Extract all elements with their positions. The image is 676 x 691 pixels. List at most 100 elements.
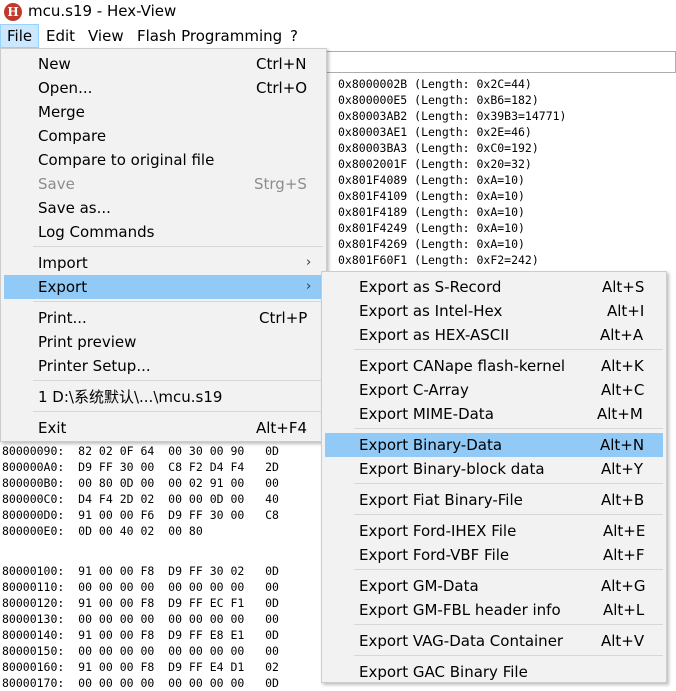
menu-item-label: Save <box>38 175 75 193</box>
hex-row: 800000A0: D9 FF 30 00 C8 F2 D4 F4 2D <box>2 460 279 474</box>
range-row[interactable]: 0x801F4189 (Length: 0xA=10) <box>338 204 566 220</box>
menu-item-label: Merge <box>38 103 85 121</box>
window-title: mcu.s19 - Hex-View <box>28 2 177 20</box>
menu-separator <box>354 655 663 656</box>
range-row[interactable]: 0x801F60F1 (Length: 0xF2=242) <box>338 252 566 268</box>
menu-item-export-c-array[interactable]: Export C-Array Alt+C <box>325 378 663 402</box>
menu-item-recent-file[interactable]: 1 D:\系统默认\...\mcu.s19 <box>4 385 323 409</box>
menu-item-open[interactable]: Open... Ctrl+O <box>4 76 323 100</box>
menu-item-export-canape[interactable]: Export CANape flash-kernel Alt+K <box>325 354 663 378</box>
menu-item-export-vag[interactable]: Export VAG-Data Container Alt+V <box>325 629 663 653</box>
range-row[interactable]: 0x801F4109 (Length: 0xA=10) <box>338 188 566 204</box>
menu-item-export-binary-block[interactable]: Export Binary-block data Alt+Y <box>325 457 663 481</box>
menu-item-merge[interactable]: Merge <box>4 100 323 124</box>
range-row[interactable]: 0x801F4089 (Length: 0xA=10) <box>338 172 566 188</box>
menu-item-label: Compare to original file <box>38 151 215 169</box>
range-row[interactable]: 0x800000E5 (Length: 0xB6=182) <box>338 92 566 108</box>
range-row[interactable]: 0x80003BA3 (Length: 0xC0=192) <box>338 140 566 156</box>
menu-item-print-preview[interactable]: Print preview <box>4 330 323 354</box>
menu-separator <box>354 624 663 625</box>
hex-row: 80000100: 91 00 00 F8 D9 FF 30 02 0D <box>2 564 279 578</box>
menu-item-shortcut: Alt+L <box>603 601 645 619</box>
range-row[interactable]: 0x8000002B (Length: 0x2C=44) <box>338 76 566 92</box>
file-menu: New Ctrl+N Open... Ctrl+O Merge Compare … <box>0 48 327 442</box>
menu-item-label: Export C-Array <box>359 381 469 399</box>
menu-item-exit[interactable]: Exit Alt+F4 <box>4 416 323 440</box>
menu-separator <box>33 246 323 247</box>
menu-item-export-hex-ascii[interactable]: Export as HEX-ASCII Alt+A <box>325 323 663 347</box>
menu-item-shortcut: Alt+E <box>603 522 646 540</box>
menu-item-label: Export Ford-VBF File <box>359 546 510 564</box>
menu-item-export-ford-vbf[interactable]: Export Ford-VBF File Alt+F <box>325 543 663 567</box>
menu-bar: File Edit View Flash Programming ? <box>0 24 676 48</box>
menu-item-label: Export Binary-Data <box>359 436 503 454</box>
menu-item-shortcut: Alt+K <box>601 357 644 375</box>
menu-file[interactable]: File <box>0 24 40 48</box>
menu-item-printer-setup[interactable]: Printer Setup... <box>4 354 323 378</box>
menu-separator <box>354 569 663 570</box>
menu-item-label: Export Binary-block data <box>359 460 545 478</box>
menu-item-export-gm-fbl[interactable]: Export GM-FBL header info Alt+L <box>325 598 663 622</box>
hex-row: 80000140: 91 00 00 F8 D9 FF E8 E1 0D <box>2 628 279 642</box>
menu-item-shortcut: Alt+F <box>603 546 645 564</box>
menu-item-label: Export GAC Binary File <box>359 663 528 681</box>
menu-separator <box>33 301 323 302</box>
menu-item-label: Log Commands <box>38 223 155 241</box>
menu-help[interactable]: ? <box>284 24 304 48</box>
menu-item-export-intel-hex[interactable]: Export as Intel-Hex Alt+I <box>325 299 663 323</box>
menu-item-log-commands[interactable]: Log Commands <box>4 220 323 244</box>
menu-item-compare[interactable]: Compare <box>4 124 323 148</box>
menu-item-shortcut: Alt+A <box>600 326 644 344</box>
hex-row: 80000090: 82 02 0F 64 00 30 00 90 0D <box>2 444 279 458</box>
menu-separator <box>33 380 323 381</box>
menu-item-export-mime[interactable]: Export MIME-Data Alt+M <box>325 402 663 426</box>
range-list: 0x8000002B (Length: 0x2C=44) 0x800000E5 … <box>338 76 566 268</box>
menu-view[interactable]: View <box>82 24 130 48</box>
range-row[interactable]: 0x80003AE1 (Length: 0x2E=46) <box>338 124 566 140</box>
menu-item-export-ford-ihex[interactable]: Export Ford-IHEX File Alt+E <box>325 519 663 543</box>
range-row[interactable]: 0x801F4269 (Length: 0xA=10) <box>338 236 566 252</box>
hex-row: 80000150: 00 00 00 00 00 00 00 00 00 <box>2 644 279 658</box>
menu-item-label: Open... <box>38 79 93 97</box>
menu-item-label: Export MIME-Data <box>359 405 494 423</box>
menu-edit[interactable]: Edit <box>40 24 81 48</box>
menu-item-label: Compare <box>38 127 107 145</box>
range-row[interactable]: 0x801F4249 (Length: 0xA=10) <box>338 220 566 236</box>
menu-item-shortcut: Alt+C <box>601 381 645 399</box>
menu-item-shortcut: Alt+S <box>602 278 645 296</box>
menu-item-save: Save Strg+S <box>4 172 323 196</box>
menu-item-label: Export <box>38 278 88 296</box>
menu-item-print[interactable]: Print... Ctrl+P <box>4 306 323 330</box>
menu-item-shortcut: Ctrl+N <box>256 55 307 73</box>
menu-flash-programming[interactable]: Flash Programming <box>131 24 288 48</box>
hex-row: 80000120: 91 00 00 F8 D9 FF EC F1 0D <box>2 596 279 610</box>
address-field[interactable] <box>326 51 676 73</box>
range-row[interactable]: 0x8002001F (Length: 0x20=32) <box>338 156 566 172</box>
menu-item-label: 1 D:\系统默认\...\mcu.s19 <box>38 388 223 406</box>
hex-row: 800000C0: D4 F4 2D 02 00 00 0D 00 40 <box>2 492 279 506</box>
menu-item-compare-original[interactable]: Compare to original file <box>4 148 323 172</box>
menu-item-export-gm-data[interactable]: Export GM-Data Alt+G <box>325 574 663 598</box>
submenu-arrow-icon: › <box>306 279 312 294</box>
hex-row: 80000160: 91 00 00 F8 D9 FF E4 D1 02 <box>2 660 279 674</box>
menu-item-label: Exit <box>38 419 67 437</box>
hex-row: 80000170: 00 00 00 00 00 00 00 00 0D <box>2 676 279 690</box>
menu-item-export-fiat[interactable]: Export Fiat Binary-File Alt+B <box>325 488 663 512</box>
menu-item-export-binary[interactable]: Export Binary-Data Alt+N <box>325 433 663 457</box>
hex-row: 800000D0: 91 00 00 F6 D9 FF 30 00 C8 <box>2 508 279 522</box>
submenu-arrow-icon: › <box>306 255 312 270</box>
menu-item-shortcut: Strg+S <box>254 175 307 193</box>
menu-item-label: Export as Intel-Hex <box>359 302 503 320</box>
menu-item-export[interactable]: Export › <box>4 275 323 299</box>
menu-separator <box>354 514 663 515</box>
menu-item-save-as[interactable]: Save as... <box>4 196 323 220</box>
menu-item-export-gac[interactable]: Export GAC Binary File <box>325 660 663 684</box>
range-row[interactable]: 0x80003AB2 (Length: 0x39B3=14771) <box>338 108 566 124</box>
menu-item-import[interactable]: Import › <box>4 251 323 275</box>
menu-separator <box>354 349 663 350</box>
menu-item-new[interactable]: New Ctrl+N <box>4 52 323 76</box>
menu-item-export-srecord[interactable]: Export as S-Record Alt+S <box>325 275 663 299</box>
menu-item-label: Export as S-Record <box>359 278 502 296</box>
menu-separator <box>33 411 323 412</box>
menu-separator <box>354 483 663 484</box>
